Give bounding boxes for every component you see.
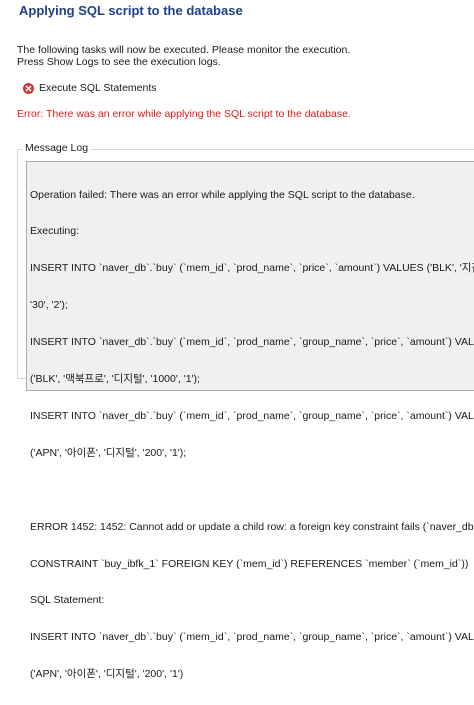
task-label: Execute SQL Statements bbox=[39, 82, 157, 94]
page-title: Applying SQL script to the database bbox=[19, 3, 243, 18]
log-line: INSERT INTO `naver_db`.`buy` (`mem_id`, … bbox=[30, 631, 474, 644]
log-line: Operation failed: There was an error whi… bbox=[30, 188, 415, 201]
instruction-line: Press Show Logs to see the execution log… bbox=[17, 56, 221, 68]
log-line: ('BLK', '맥북프로', '디지털', '1000', '1'); bbox=[30, 373, 200, 386]
log-line: INSERT INTO `naver_db`.`buy` (`mem_id`, … bbox=[30, 336, 474, 349]
log-line: INSERT INTO `naver_db`.`buy` (`mem_id`, … bbox=[30, 409, 474, 422]
error-message: Error: There was an error while applying… bbox=[17, 108, 351, 120]
log-line: ('APN', '아이폰', '디지털', '200', '1'); bbox=[30, 446, 187, 459]
message-log-label: Message Log bbox=[22, 142, 92, 154]
error-x-icon bbox=[23, 82, 34, 94]
instruction-line: The following tasks will now be executed… bbox=[17, 44, 351, 56]
log-line: CONSTRAINT `buy_ibfk_1` FOREIGN KEY (`me… bbox=[30, 557, 469, 570]
log-line: SQL Statement: bbox=[30, 594, 105, 607]
message-log-group: Message Log Operation failed: There was … bbox=[17, 142, 474, 680]
log-line: ERROR 1452: 1452: Cannot add or update a… bbox=[30, 520, 474, 533]
log-line: ('APN', '아이폰', '디지털', '200', '1') bbox=[30, 668, 184, 681]
log-line: Executing: bbox=[30, 225, 80, 238]
instructions: The following tasks will now be executed… bbox=[17, 44, 350, 68]
task-item-execute-sql: Execute SQL Statements bbox=[23, 81, 157, 95]
message-log-textbox[interactable]: Operation failed: There was an error whi… bbox=[26, 161, 474, 680]
message-log-text: Operation failed: There was an error whi… bbox=[30, 164, 474, 705]
log-line: '30', '2'); bbox=[30, 299, 68, 312]
log-line: INSERT INTO `naver_db`.`buy` (`mem_id`, … bbox=[30, 262, 474, 275]
